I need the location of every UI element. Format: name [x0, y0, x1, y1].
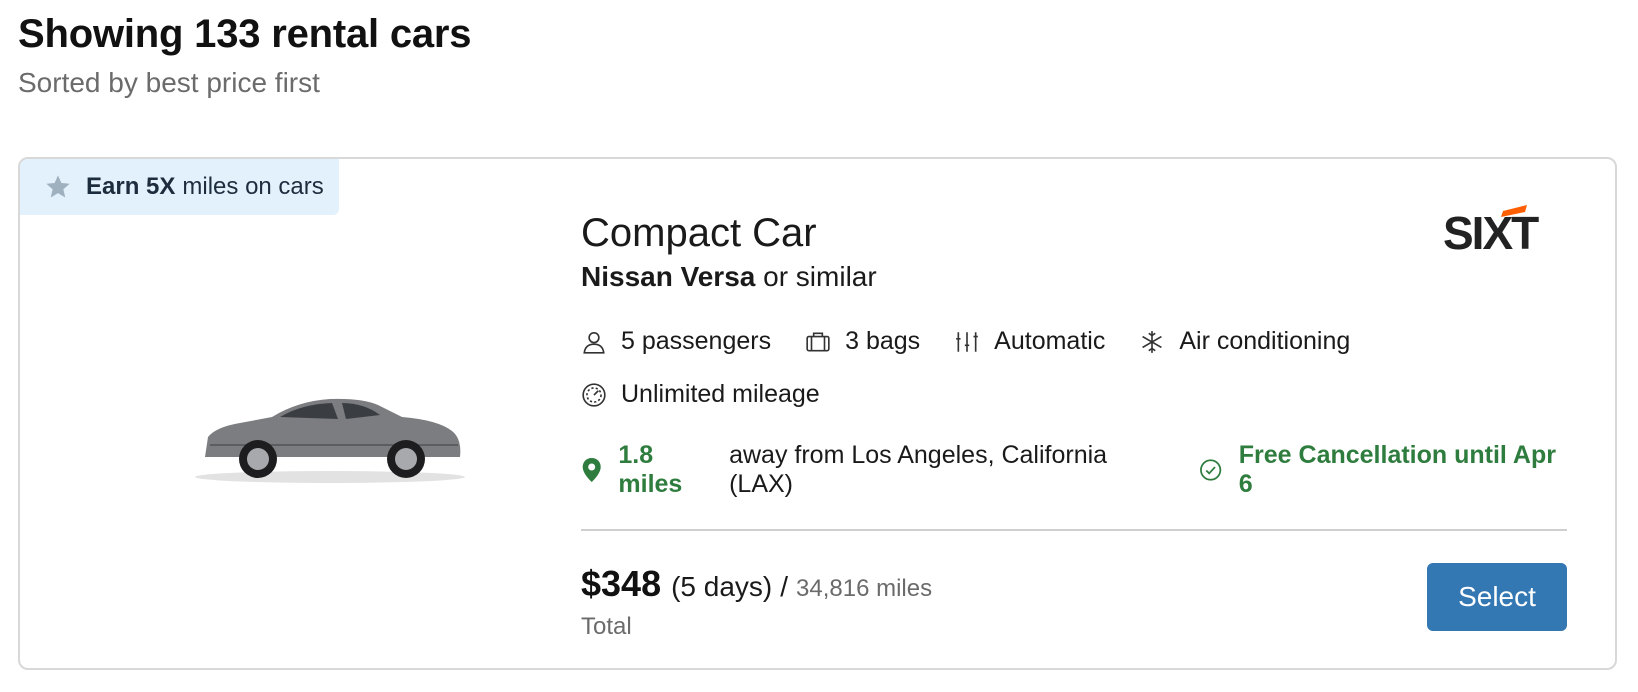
feature-transmission-label: Automatic: [994, 327, 1106, 355]
transmission-icon: [956, 331, 979, 352]
feature-mileage-label: Unlimited mileage: [621, 380, 820, 408]
feature-air-conditioning-label: Air conditioning: [1179, 327, 1351, 355]
location-distance: 1.8 miles: [618, 441, 683, 498]
car-model-suffix: or similar: [763, 261, 877, 292]
feature-passengers: 5 passengers: [581, 327, 771, 356]
car-image: [195, 398, 465, 483]
listing-info: Compact Car Nissan Versa or similar 5 pa…: [581, 209, 1567, 653]
rental-duration: (5 days): [671, 571, 773, 602]
car-listing-card[interactable]: Earn 5X miles on cars SIXT Compact Car N…: [18, 157, 1617, 670]
results-header: Showing 133 rental cars Sorted by best p…: [18, 12, 472, 99]
car-model: Nissan Versa or similar: [581, 261, 1567, 293]
total-label: Total: [581, 613, 632, 640]
feature-air-conditioning: Air conditioning: [1139, 327, 1350, 356]
divider: [581, 529, 1567, 531]
feature-transmission: Automatic: [954, 327, 1105, 356]
feature-bags: 3 bags: [805, 327, 920, 356]
star-icon: [46, 175, 70, 198]
miles-promo-badge: Earn 5X miles on cars: [20, 159, 339, 215]
free-cancellation-label: Free Cancellation until Apr 6: [1238, 441, 1556, 498]
price-amount: $348: [581, 563, 662, 604]
bag-icon: [806, 332, 830, 351]
speedometer-icon: [582, 382, 606, 407]
passenger-icon: [583, 331, 605, 354]
promo-text: miles on cars: [182, 173, 324, 200]
feature-passengers-label: 5 passengers: [621, 327, 772, 355]
car-model-name: Nissan Versa: [581, 261, 756, 292]
location-text: away from Los Angeles, California (LAX): [729, 441, 1108, 498]
select-button[interactable]: Select: [1427, 563, 1567, 631]
price-row: $348 (5 days) / 34,816 miles Total Selec…: [581, 563, 1567, 653]
car-class: Compact Car: [581, 211, 817, 255]
sort-subtitle: Sorted by best price first: [18, 67, 320, 98]
price-separator: /: [780, 571, 789, 602]
price-miles: 34,816 miles: [796, 575, 933, 602]
feature-bags-label: 3 bags: [845, 327, 921, 355]
check-circle-icon: [1200, 459, 1222, 481]
feature-list: 5 passengers 3 bags Automatic Air condit…: [581, 327, 1567, 356]
promo-bold: Earn 5X: [86, 173, 176, 200]
snowflake-icon: [1142, 330, 1163, 353]
results-count-title: Showing 133 rental cars: [18, 12, 472, 56]
feature-mileage: Unlimited mileage: [581, 380, 820, 409]
free-cancellation: Free Cancellation until Apr 6: [1199, 441, 1567, 499]
location-row: 1.8 miles away from Los Angeles, Califor…: [581, 441, 1567, 499]
price-line: $348 (5 days) / 34,816 miles: [581, 563, 1567, 605]
location-pin-icon: [582, 458, 601, 482]
feature-list-secondary: Unlimited mileage: [581, 380, 1567, 409]
